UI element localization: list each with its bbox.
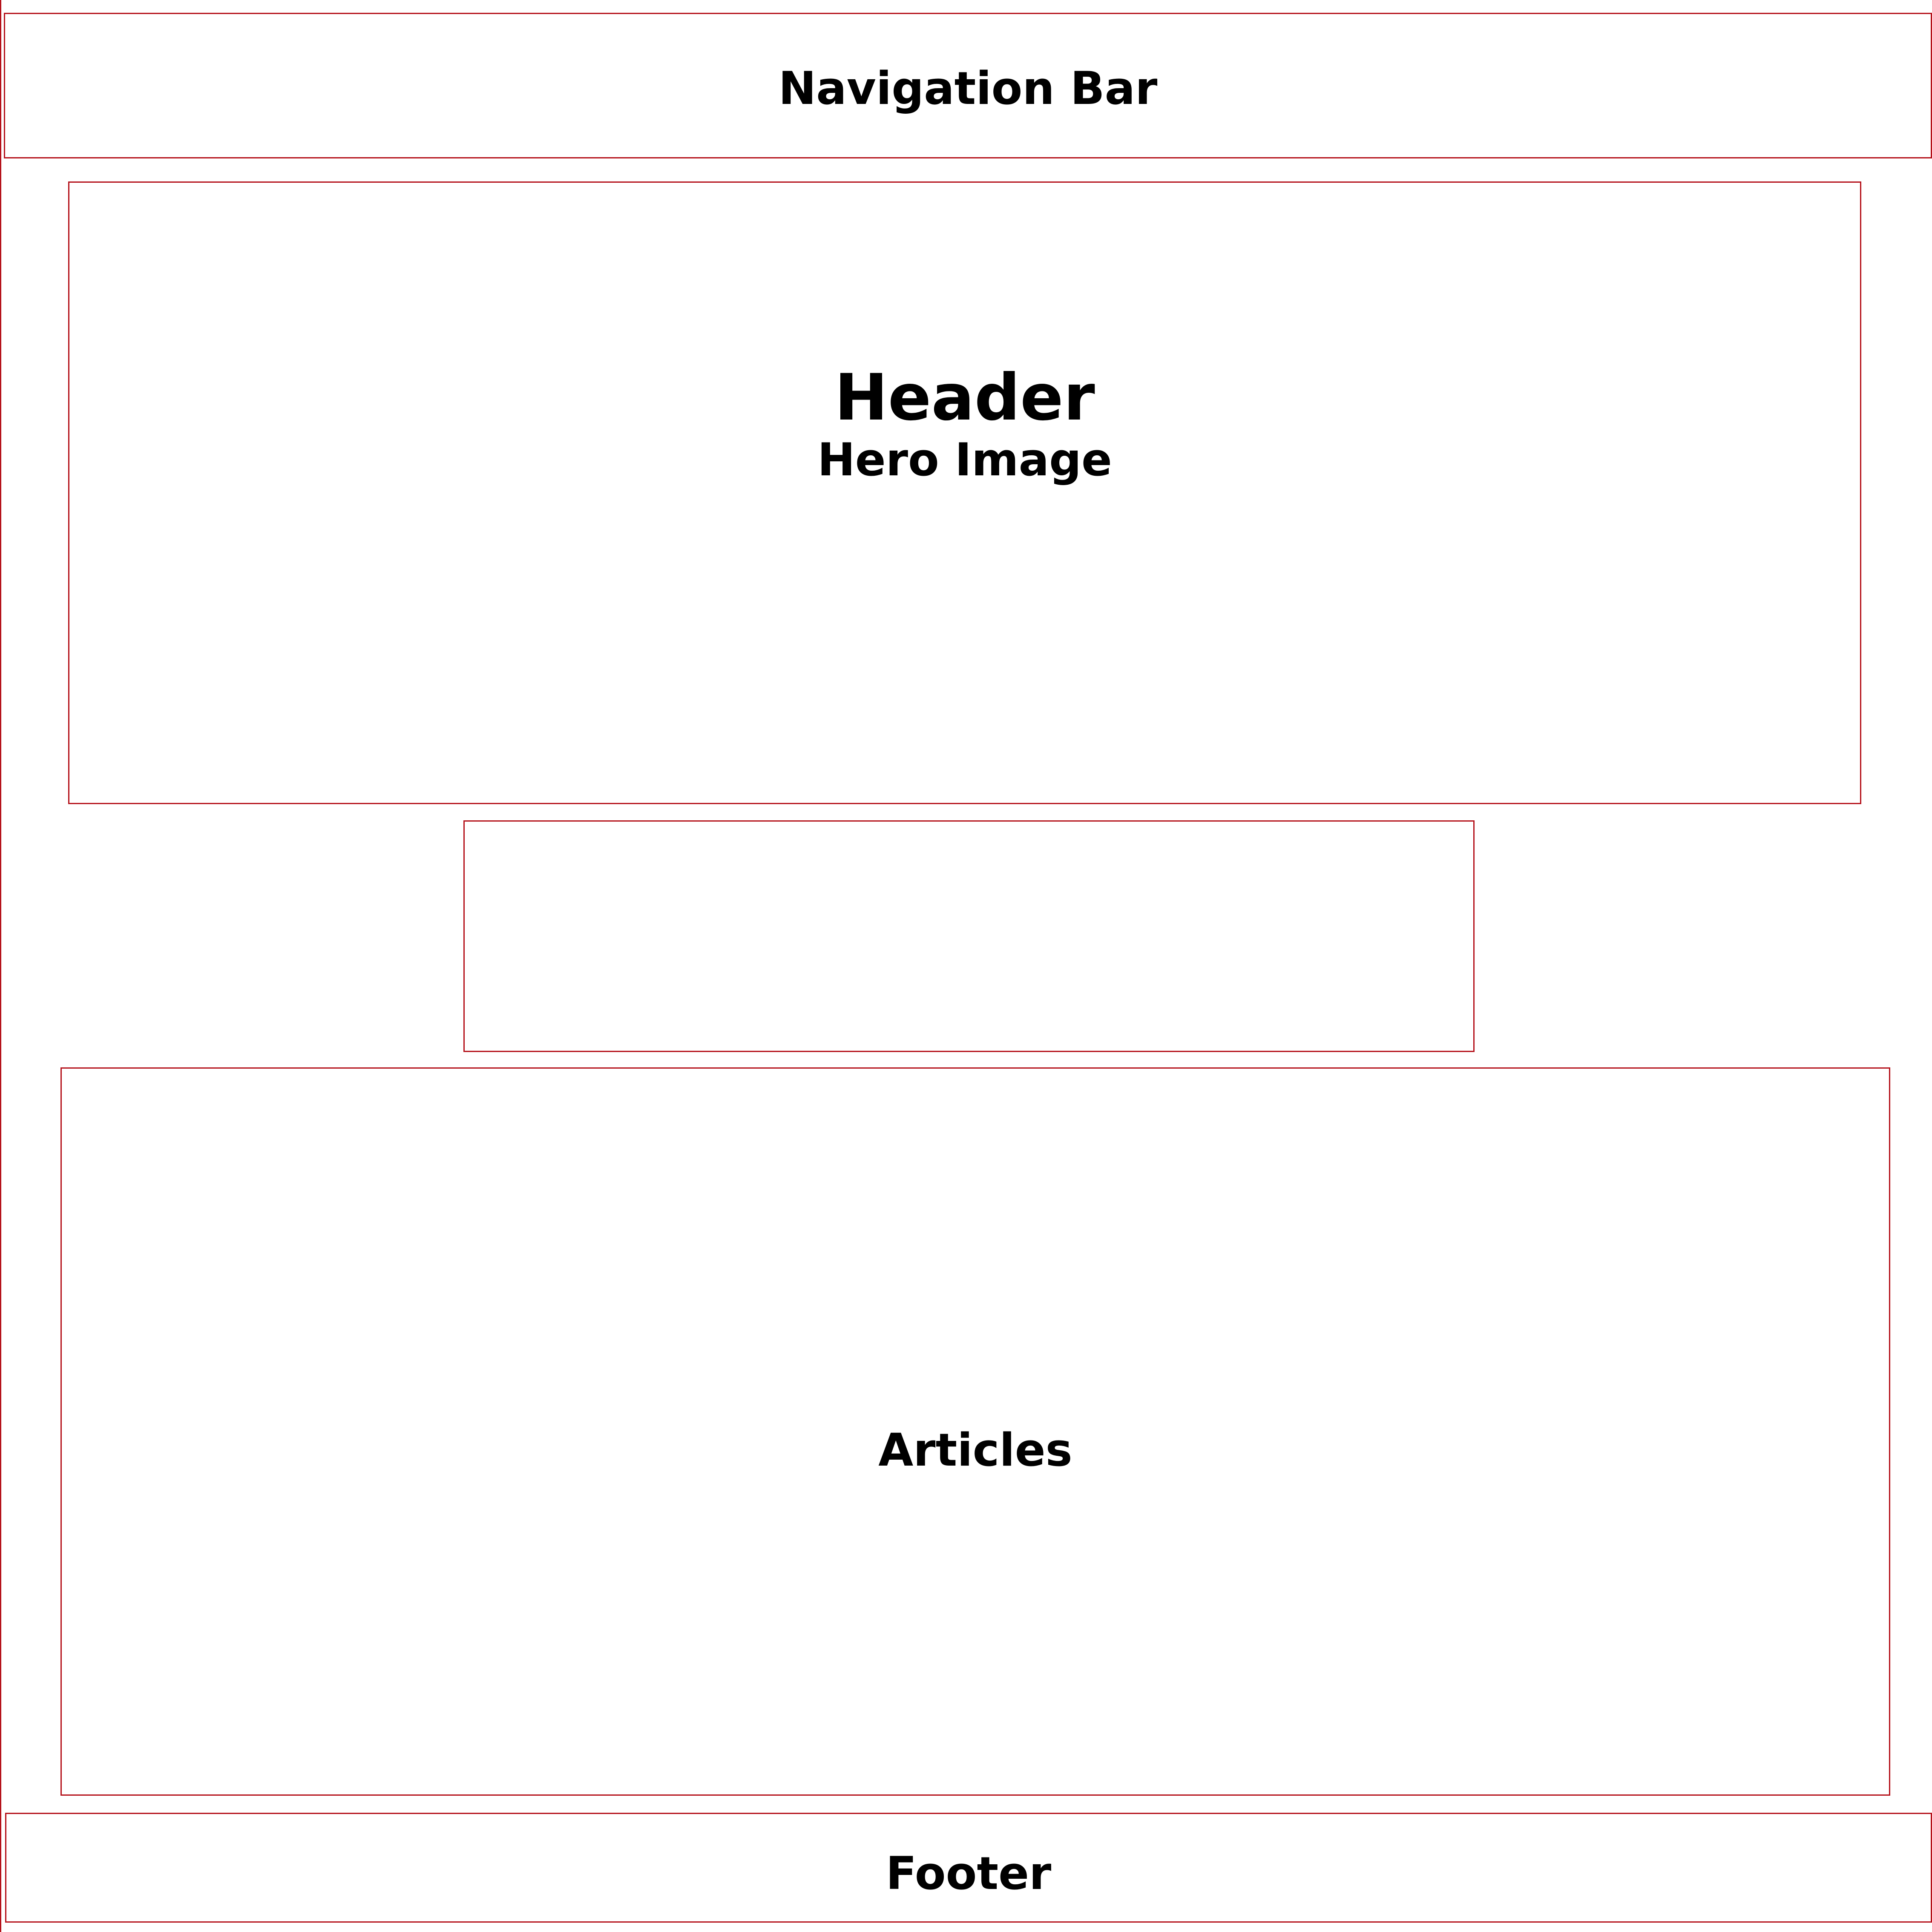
header-title: Header xyxy=(834,361,1095,435)
articles-label: Articles xyxy=(878,1424,1072,1476)
articles-block: Articles xyxy=(60,1067,1890,1796)
header-hero-block: Header Hero Image xyxy=(68,181,1861,804)
navigation-bar-label: Navigation Bar xyxy=(778,62,1158,115)
hero-image-label: Hero Image xyxy=(817,434,1112,486)
footer-block: Footer xyxy=(5,1813,1932,1923)
footer-label: Footer xyxy=(886,1847,1052,1900)
navigation-bar-block: Navigation Bar xyxy=(4,13,1932,158)
empty-content-block xyxy=(463,820,1475,1052)
page-left-border xyxy=(0,0,1,1932)
